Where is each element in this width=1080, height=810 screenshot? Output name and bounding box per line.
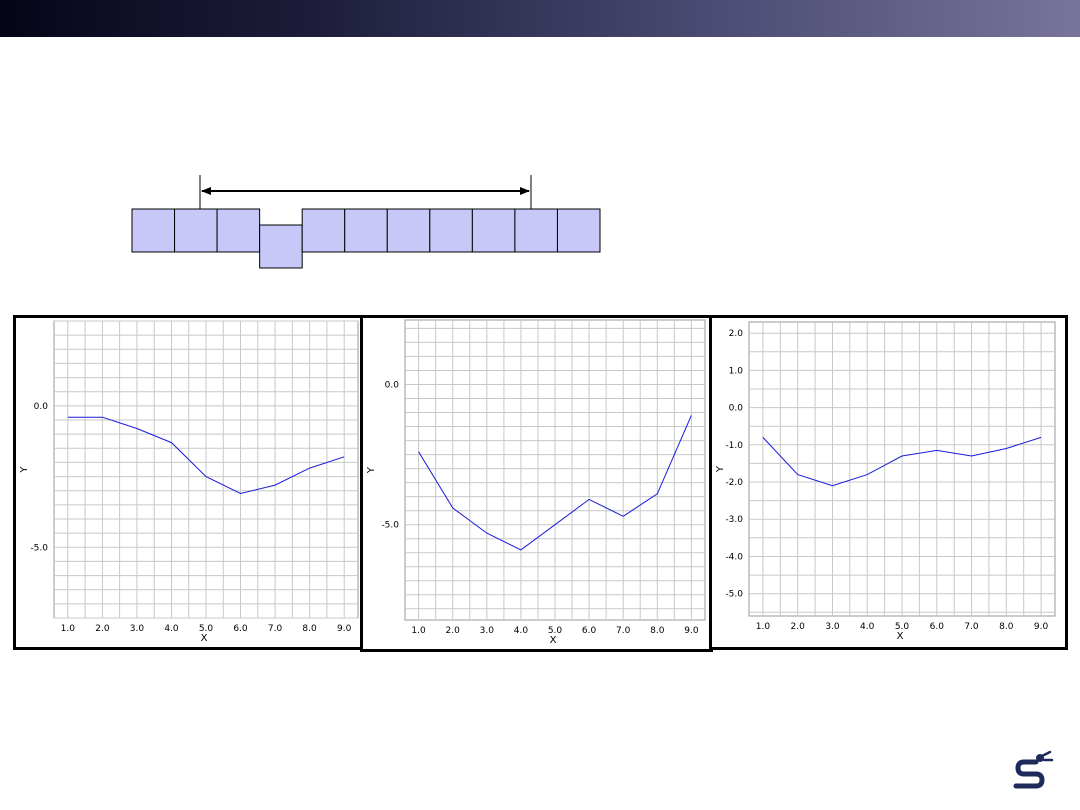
y-axis-label: Y (715, 465, 726, 473)
x-tick-label: 6.0 (233, 624, 248, 634)
y-tick-label: -1.0 (725, 441, 743, 451)
cell-4 (259, 224, 303, 269)
x-tick-label: 3.0 (825, 622, 840, 632)
x-tick-label: 7.0 (964, 622, 979, 632)
cell-5 (301, 208, 346, 253)
x-tick-label: 3.0 (130, 624, 145, 634)
x-tick-label: 8.0 (999, 622, 1014, 632)
x-tick-label: 2.0 (446, 626, 461, 636)
chart-3: 1.0 2.0 3.0 4.0 5.0 6.0 7.0 8.0 9.02.01.00.0-1.0… (715, 321, 1056, 642)
chart-panel-2: 1.0 2.0 3.0 4.0 5.0 6.0 7.0 8.0 9.0 0.0 -5.0 X Y (360, 315, 713, 652)
y-tick-label: -5.0 (30, 543, 48, 553)
x-tick-label: 6.0 (930, 622, 945, 632)
cell-diagram (131, 175, 601, 269)
cell-7 (386, 208, 431, 253)
x-axis-label: X (201, 633, 208, 644)
cell-2 (174, 208, 218, 253)
chart-2: 1.0 2.0 3.0 4.0 5.0 6.0 7.0 8.0 9.00.0-5.0XY (366, 319, 706, 646)
cell-10 (514, 208, 558, 253)
cell-8 (429, 208, 473, 253)
x-tick-label: 9.0 (337, 624, 352, 634)
cell-row (131, 208, 601, 269)
y-tick-label: 0.0 (34, 402, 49, 412)
x-tick-label: 4.0 (860, 622, 875, 632)
cell-9 (471, 208, 516, 253)
cell-11 (556, 208, 601, 253)
x-tick-label: 2.0 (791, 622, 806, 632)
robot-arm-logo-icon (1013, 750, 1054, 789)
x-tick-label: 8.0 (302, 624, 317, 634)
y-tick-label: -2.0 (725, 478, 743, 488)
y-tick-label: -5.0 (381, 521, 399, 531)
y-axis-label: Y (19, 466, 30, 474)
y-tick-label: 0.0 (729, 404, 744, 414)
x-tick-label: 9.0 (1034, 622, 1049, 632)
chart-panel-1: 1.0 2.0 3.0 4.0 5.0 6.0 7.0 8.0 9.0 0.0 -5.0 X Y (13, 315, 363, 650)
y-tick-label: -5.0 (725, 590, 743, 600)
y-tick-label: 0.0 (385, 381, 400, 391)
x-tick-label: 1.0 (411, 626, 426, 636)
x-tick-label: 7.0 (616, 626, 631, 636)
y-axis-label: Y (366, 466, 377, 474)
x-tick-label: 3.0 (480, 626, 495, 636)
x-tick-label: 8.0 (650, 626, 665, 636)
x-tick-label: 1.0 (756, 622, 771, 632)
x-tick-label: 4.0 (164, 624, 179, 634)
cell-6 (344, 208, 388, 253)
chart-panel-3: 1.0 2.0 3.0 4.0 5.0 6.0 7.0 8.0 9.0 2.0 1.0 0.0 -1.0… (709, 315, 1068, 650)
y-tick-label: 1.0 (729, 366, 744, 376)
x-axis-label: X (897, 631, 904, 642)
x-tick-label: 4.0 (514, 626, 529, 636)
x-tick-label: 6.0 (582, 626, 597, 636)
x-tick-label: 2.0 (95, 624, 110, 634)
x-tick-label: 9.0 (684, 626, 699, 636)
y-tick-label: 2.0 (729, 329, 744, 339)
x-axis-label: X (550, 635, 557, 646)
chart-1: 1.0 2.0 3.0 4.0 5.0 6.0 7.0 8.0 9.00.0-5.0XY (19, 320, 359, 644)
cell-3 (216, 208, 261, 253)
cell-1 (131, 208, 176, 253)
x-tick-label: 1.0 (61, 624, 76, 634)
y-tick-label: -4.0 (725, 553, 743, 563)
x-tick-label: 7.0 (268, 624, 283, 634)
y-tick-label: -3.0 (725, 515, 743, 525)
